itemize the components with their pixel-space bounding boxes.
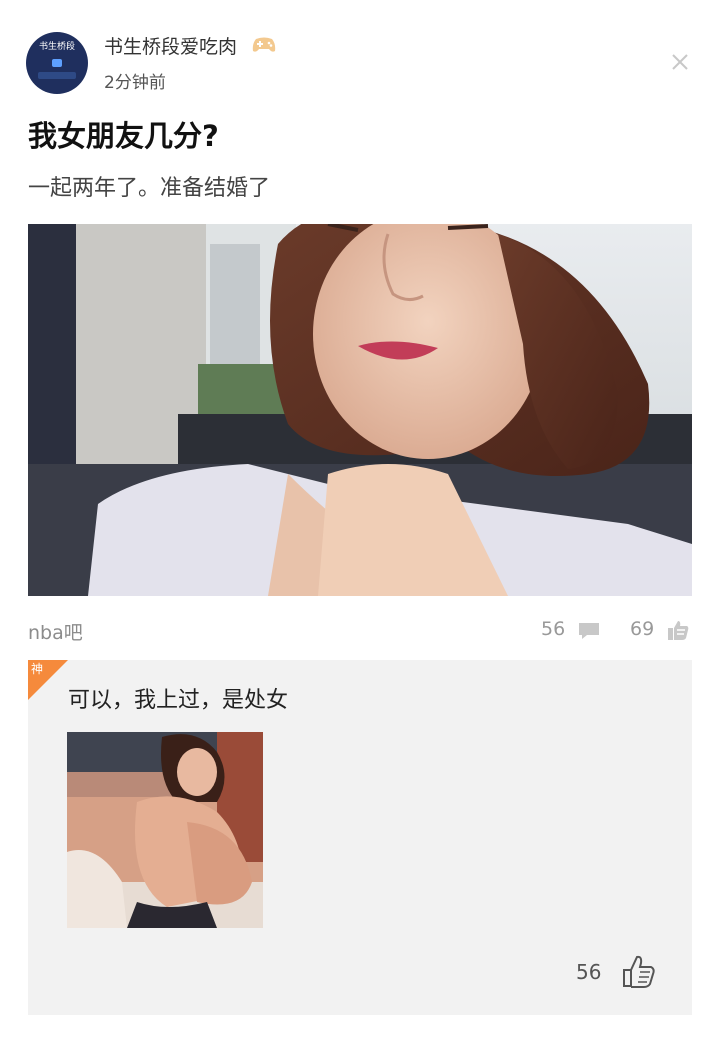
god-reply-badge: 神 xyxy=(28,660,68,704)
gamepad-icon xyxy=(251,36,277,59)
comment-icon[interactable] xyxy=(577,621,601,645)
username-row: 书生桥段爱吃肉 xyxy=(104,32,277,59)
post-body: 一起两年了。准备结婚了 xyxy=(28,176,271,201)
god-badge-label: 神 xyxy=(31,662,44,676)
reply-like-count: 56 xyxy=(576,960,602,984)
reply-photo[interactable] xyxy=(67,732,263,928)
comment-count: 56 xyxy=(541,618,566,640)
close-icon[interactable] xyxy=(668,50,692,74)
avatar-bar xyxy=(38,72,76,79)
thumbs-up-icon[interactable] xyxy=(618,952,658,994)
username[interactable]: 书生桥段爱吃肉 xyxy=(104,36,237,58)
forum-link[interactable]: nba吧 xyxy=(28,618,83,645)
post-title: 我女朋友几分? xyxy=(28,119,219,153)
post-header: 书生桥段 书生桥段爱吃肉 2分钟前 xyxy=(0,0,720,110)
avatar-dot xyxy=(52,59,62,67)
top-reply: 神 可以，我上过，是处女 56 xyxy=(28,660,692,1015)
post-meta: nba吧 56 69 xyxy=(0,612,720,648)
reply-text: 可以，我上过，是处女 xyxy=(68,688,289,713)
avatar-label: 书生桥段 xyxy=(38,42,75,52)
like-icon[interactable] xyxy=(665,618,691,646)
avatar[interactable]: 书生桥段 xyxy=(26,32,88,94)
like-count: 69 xyxy=(630,618,655,640)
post-time: 2分钟前 xyxy=(104,73,166,93)
post-photo[interactable] xyxy=(28,224,692,596)
